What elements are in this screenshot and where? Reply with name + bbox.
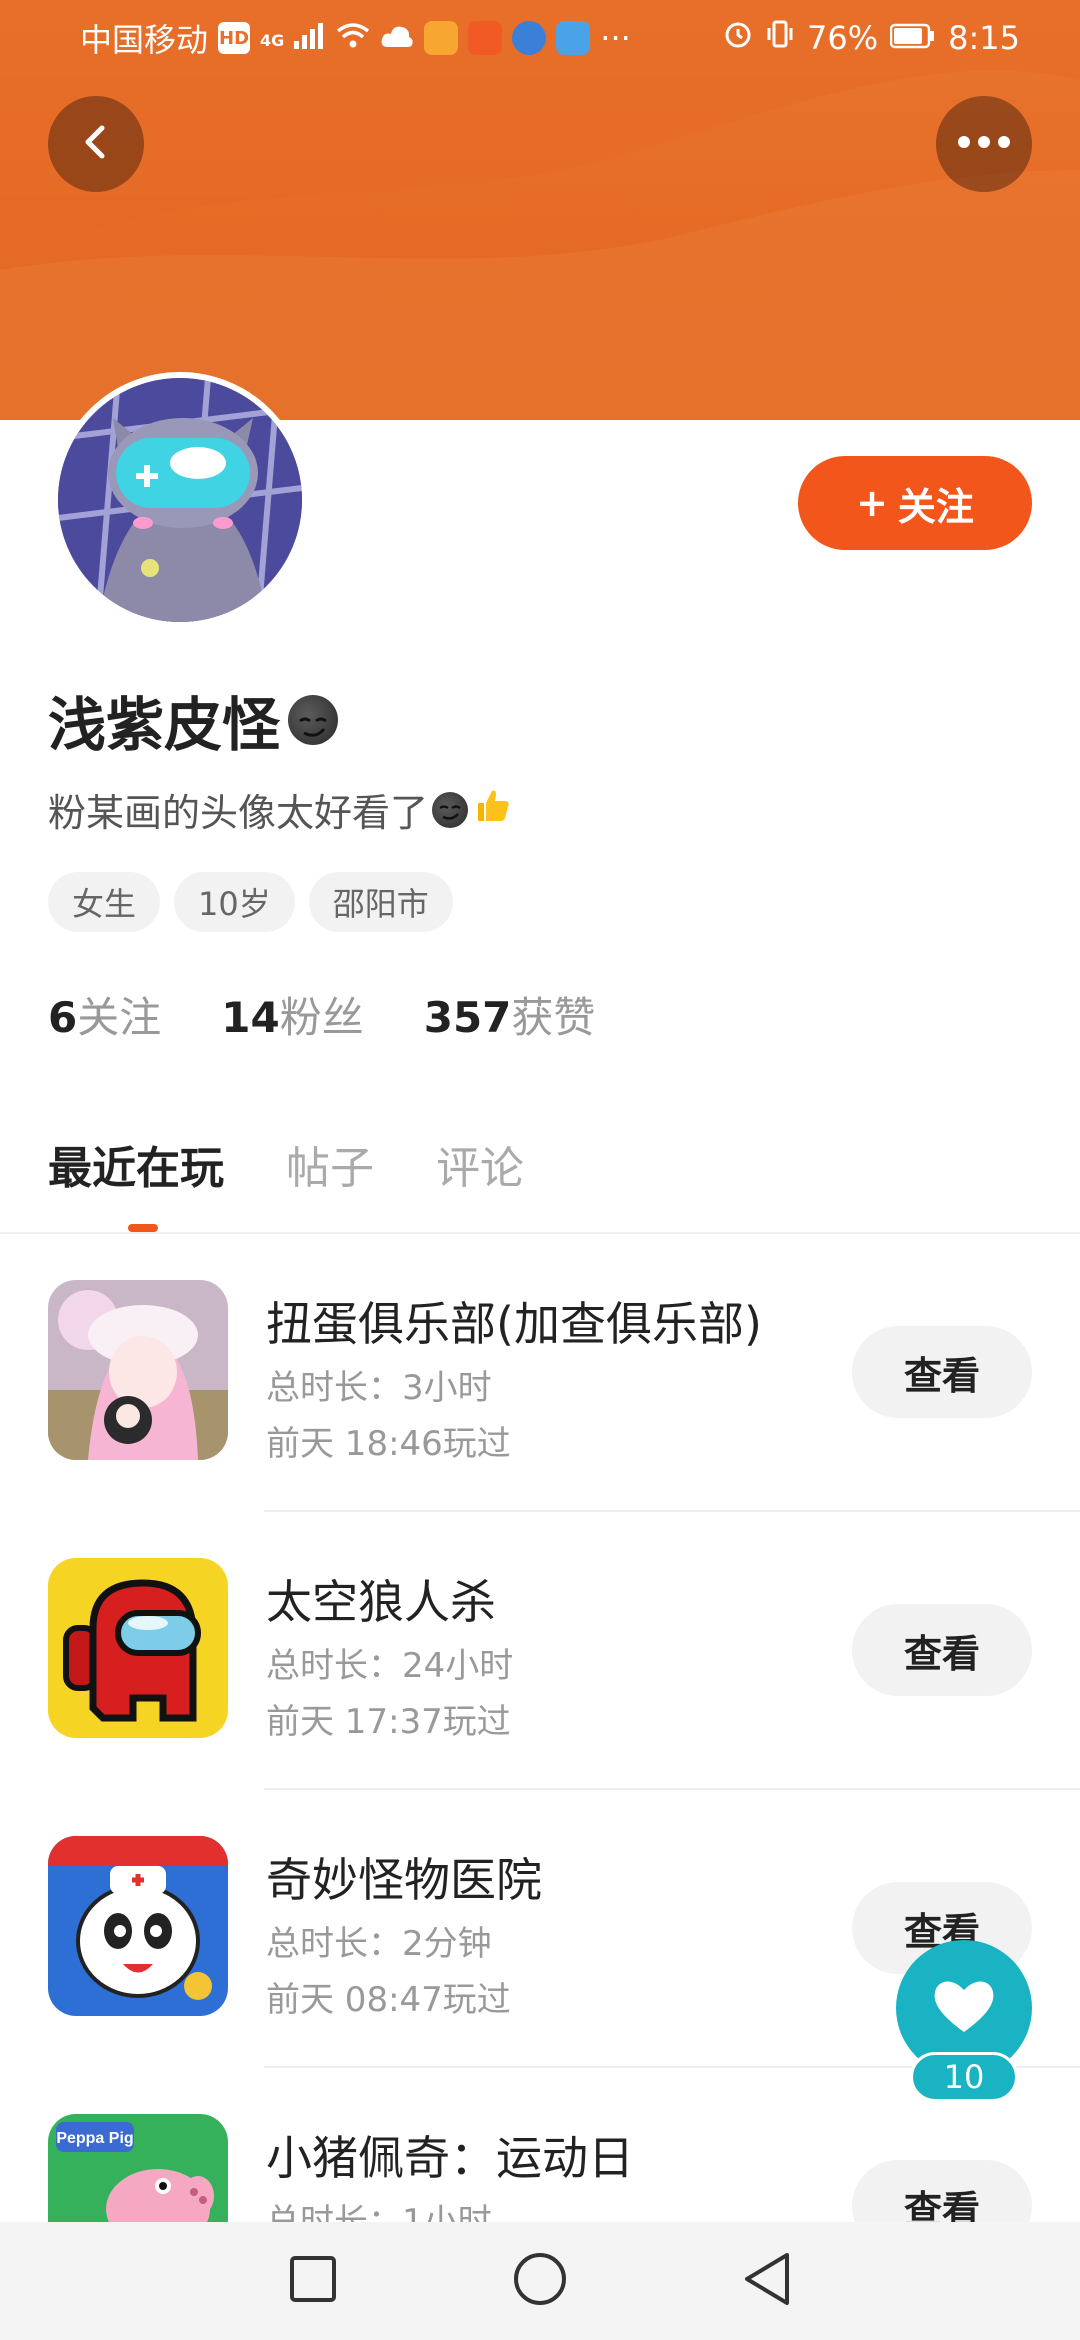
game-duration: 总时长：3小时	[266, 1368, 492, 1408]
stat-likes[interactable]: 357获赞	[424, 984, 596, 1045]
active-tab-indicator	[128, 1224, 158, 1232]
home-button[interactable]	[500, 2241, 580, 2321]
status-bar: 中国移动 HD 4G ··· 76% 8:15	[0, 0, 1080, 76]
stat-followers[interactable]: 14粉丝	[221, 984, 363, 1045]
plus-icon: +	[856, 481, 888, 525]
game-name: 扭蛋俱乐部(加查俱乐部)	[266, 1297, 762, 1351]
panda-hospital-icon	[48, 1836, 228, 2016]
profile-tags: 女生 10岁 邵阳市	[48, 872, 453, 932]
stat-followers-label: 粉丝	[279, 993, 364, 1042]
back-button[interactable]	[48, 96, 144, 192]
stat-likes-value: 357	[423, 993, 512, 1042]
smirk-dark-emoji	[432, 791, 469, 828]
network-label: 4G	[260, 31, 285, 50]
back-triangle-icon	[741, 2251, 793, 2311]
bio: 粉某画的头像太好看了	[48, 782, 512, 837]
smirk-dark-emoji	[288, 695, 339, 745]
avatar-image	[58, 378, 302, 622]
signal-icon	[294, 19, 326, 57]
carrier-label: 中国移动	[80, 21, 209, 59]
follow-label: 关注	[897, 484, 974, 529]
peppa-logo-text: Peppa Pig	[56, 2130, 133, 2147]
app-notification-icon	[424, 21, 459, 55]
more-dots-icon	[954, 134, 1014, 154]
chevron-left-icon	[76, 122, 116, 166]
tag-gender: 女生	[48, 872, 161, 932]
battery-icon	[889, 19, 936, 57]
list-item[interactable]: 扭蛋俱乐部(加查俱乐部) 总时长：3小时 前天 18:46玩过 查看	[0, 1234, 1080, 1512]
game-last-played: 前天 08:47玩过	[266, 1980, 511, 2020]
like-count: 10	[910, 2052, 1018, 2102]
game-last-played: 前天 17:37玩过	[266, 1702, 511, 1742]
recent-apps-button[interactable]	[273, 2241, 353, 2321]
app-notification-icon	[512, 21, 547, 55]
profile-tabs: 最近在玩 帖子 评论	[48, 1132, 524, 1232]
game-last-played: 前天 18:46玩过	[266, 1424, 511, 1464]
tag-city: 邵阳市	[308, 872, 453, 932]
status-left: 中国移动 HD 4G ···	[80, 15, 631, 61]
bio-text: 粉某画的头像太好看了	[48, 791, 429, 835]
list-item[interactable]: 太空狼人杀 总时长：24小时 前天 17:37玩过 查看	[0, 1512, 1080, 1790]
cloud-icon	[380, 19, 414, 57]
tab-posts[interactable]: 帖子	[286, 1132, 374, 1196]
clock: 8:15	[948, 19, 1020, 57]
app-notification-icon	[468, 21, 503, 55]
stat-following-label: 关注	[77, 993, 162, 1042]
more-options-button[interactable]	[936, 96, 1032, 192]
back-nav-button[interactable]	[727, 2241, 807, 2321]
game-duration: 总时长：24小时	[266, 1646, 514, 1686]
hd-badge: HD	[218, 22, 251, 54]
stat-following[interactable]: 6关注	[48, 984, 161, 1045]
view-button[interactable]: 查看	[852, 1326, 1032, 1418]
tab-recently-played[interactable]: 最近在玩	[48, 1132, 224, 1196]
stat-likes-label: 获赞	[511, 993, 596, 1042]
profile-stats: 6关注 14粉丝 357获赞	[48, 984, 595, 1045]
follow-button[interactable]: + 关注	[798, 456, 1032, 550]
alarm-icon	[723, 19, 753, 57]
stat-followers-value: 14	[221, 993, 280, 1042]
vibrate-icon	[765, 19, 795, 57]
more-notifications: ···	[600, 19, 631, 57]
tag-age: 10岁	[174, 872, 295, 932]
among-us-icon	[48, 1558, 228, 1738]
username: 浅紫皮怪	[48, 678, 339, 762]
app-notification-icon	[556, 21, 591, 55]
game-name: 太空狼人杀	[266, 1575, 496, 1629]
home-icon	[512, 2251, 568, 2311]
stat-following-value: 6	[48, 993, 78, 1042]
game-name: 小猪佩奇：运动日	[266, 2131, 634, 2185]
tab-comments[interactable]: 评论	[436, 1132, 524, 1196]
thumbs-up-emoji	[472, 785, 512, 834]
view-button[interactable]: 查看	[852, 1604, 1032, 1696]
game-duration: 总时长：2分钟	[266, 1924, 492, 1964]
game-name: 奇妙怪物医院	[266, 1853, 542, 1907]
system-nav-bar	[0, 2222, 1080, 2340]
wifi-icon	[336, 19, 370, 57]
gacha-club-icon	[48, 1280, 228, 1460]
battery-percent: 76%	[807, 19, 879, 57]
recent-apps-icon	[289, 2255, 337, 2307]
avatar[interactable]	[52, 372, 308, 628]
heart-icon	[931, 1976, 997, 2040]
status-right: 76% 8:15	[723, 19, 1020, 57]
username-text: 浅紫皮怪	[48, 691, 281, 759]
